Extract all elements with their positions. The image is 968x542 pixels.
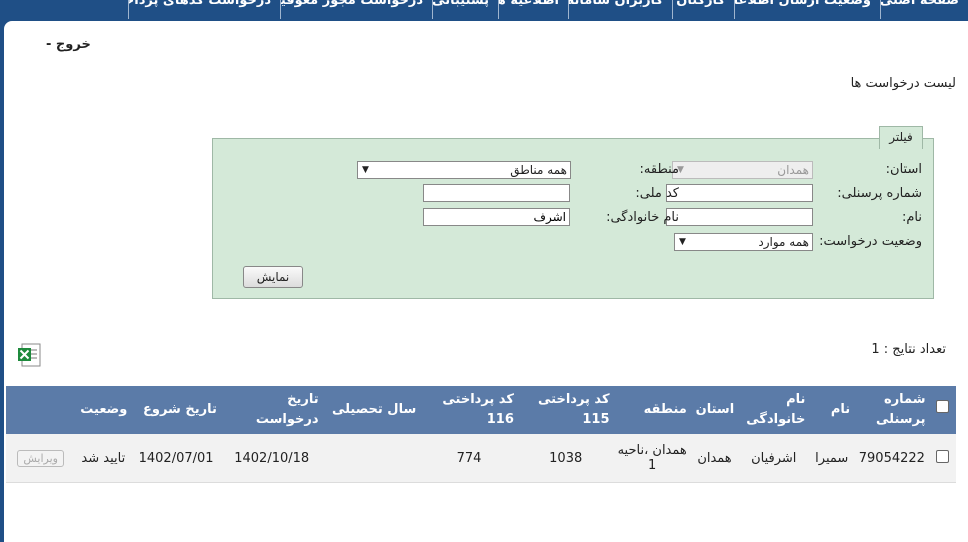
- cell-status: تایید شد: [75, 434, 132, 483]
- header-name[interactable]: نام: [809, 386, 855, 434]
- header-region[interactable]: منطقه: [613, 386, 691, 434]
- request-status-select[interactable]: همه موارد ▼: [674, 233, 813, 251]
- cell-name: سمیرا: [809, 434, 855, 483]
- cell-actions: ویرایش: [6, 434, 76, 483]
- province-select: همدان ▼: [672, 161, 813, 179]
- page-title: لیست درخواست ها: [850, 76, 956, 91]
- nav-tab-send-status[interactable]: وضعیت ارسال اطلاعات: [734, 0, 880, 19]
- header-actions: [6, 386, 76, 434]
- requests-table: شماره پرسنلی نام نام خانوادگی استان منطق…: [6, 386, 956, 483]
- show-button[interactable]: نمایش: [243, 266, 303, 288]
- cell-personnel-number: 79054222: [854, 434, 930, 483]
- family-name-label: نام خانوادگی:: [606, 210, 679, 225]
- row-checkbox[interactable]: [936, 449, 950, 463]
- result-count: تعداد نتایج : 1: [871, 342, 946, 357]
- province-value: همدان: [777, 163, 809, 177]
- cell-province: همدان: [690, 434, 739, 483]
- national-code-input[interactable]: [423, 184, 570, 202]
- cell-region: همدان ،ناحیه 1: [613, 434, 691, 483]
- select-all-checkbox[interactable]: [936, 400, 950, 413]
- filter-tab[interactable]: فیلتر: [879, 126, 923, 149]
- cell-family-name: اشرفیان: [738, 434, 810, 483]
- excel-export-icon[interactable]: [16, 342, 42, 368]
- nav-tab-payment-codes[interactable]: درخواست کدهای پرداختی: [128, 0, 280, 19]
- region-value: همه مناطق: [510, 163, 567, 177]
- nav-tab-home[interactable]: صفحه اصلی: [880, 0, 968, 19]
- header-payment-code-115[interactable]: کد پرداختی 115: [517, 386, 614, 434]
- region-select[interactable]: همه مناطق ▼: [357, 161, 571, 179]
- chevron-down-icon: ▼: [362, 165, 369, 175]
- nav-tab-deferred-permit[interactable]: درخواست مجوز معوقین: [280, 0, 432, 19]
- header-request-date[interactable]: تاریخ درخواست: [220, 386, 323, 434]
- name-input[interactable]: [666, 208, 813, 226]
- region-label: منطقه:: [639, 162, 679, 177]
- table-row: 79054222 سمیرا اشرفیان همدان همدان ،ناحی…: [6, 434, 956, 483]
- header-personnel-number[interactable]: شماره پرسنلی: [854, 386, 930, 434]
- header-province[interactable]: استان: [690, 386, 739, 434]
- cell-payment-code-116: 774: [420, 434, 518, 483]
- personnel-number-input[interactable]: [666, 184, 813, 202]
- nav-tab-system-users[interactable]: کاربران سامانه: [568, 0, 672, 19]
- nav-tab-staff[interactable]: کارکنان: [672, 0, 734, 19]
- cell-academic-year: [322, 434, 421, 483]
- province-label: استان:: [885, 162, 922, 177]
- edit-button[interactable]: ویرایش: [17, 449, 64, 467]
- cell-payment-code-115: 1038: [517, 434, 614, 483]
- cell-request-date: 1402/10/18: [220, 434, 323, 483]
- header-start-date[interactable]: تاریخ شروع: [131, 386, 221, 434]
- request-status-value: همه موارد: [758, 235, 809, 249]
- row-checkbox-cell: [929, 434, 956, 483]
- header-payment-code-116[interactable]: کد پرداختی 116: [420, 386, 518, 434]
- table-header-row: شماره پرسنلی نام نام خانوادگی استان منطق…: [6, 386, 956, 434]
- header-academic-year[interactable]: سال تحصیلی: [322, 386, 421, 434]
- nav-tab-announcements[interactable]: اطلاعیه ها: [498, 0, 568, 19]
- family-name-input[interactable]: [423, 208, 570, 226]
- personnel-label: شماره پرسنلی:: [837, 186, 922, 201]
- header-status[interactable]: وضعیت: [75, 386, 132, 434]
- cell-start-date: 1402/07/01: [131, 434, 221, 483]
- top-navigation: صفحه اصلی وضعیت ارسال اطلاعات کارکنان کا…: [0, 0, 968, 19]
- header-family-name[interactable]: نام خانوادگی: [738, 386, 810, 434]
- request-status-label: وضعیت درخواست:: [819, 234, 922, 249]
- select-all-checkbox-cell: [929, 386, 956, 434]
- chevron-down-icon: ▼: [679, 237, 686, 247]
- logout-link[interactable]: خروج -: [46, 37, 91, 52]
- nav-tab-support[interactable]: پشتیبانی: [432, 0, 498, 19]
- name-label: نام:: [901, 210, 922, 225]
- national-code-label: کد ملی:: [635, 186, 679, 201]
- main-panel: خروج - لیست درخواست ها فیلتر استان: همدا…: [4, 21, 968, 542]
- filter-fieldset: فیلتر استان: همدان ▼ منطقه: همه مناطق ▼ …: [212, 126, 934, 299]
